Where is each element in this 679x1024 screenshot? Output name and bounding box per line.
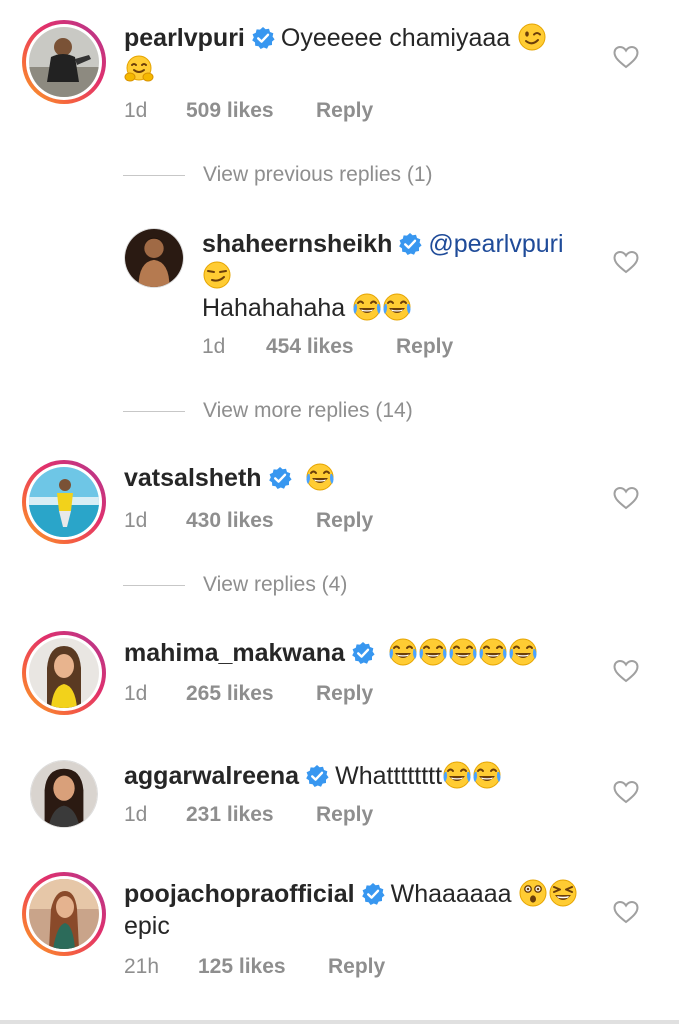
avatar-image bbox=[29, 638, 99, 708]
comment-age: 1d bbox=[202, 335, 226, 358]
comment-meta: 1d 509 likes Reply bbox=[124, 99, 373, 123]
tears-of-joy-emoji bbox=[442, 761, 472, 789]
tears-of-joy-emoji bbox=[418, 638, 448, 666]
verified-badge-icon bbox=[398, 232, 423, 256]
comment-body: mahima_makwana bbox=[124, 637, 594, 669]
comment-poojachopraofficial: poojachopraofficial Whaaaaaa epic 21h 125… bbox=[0, 868, 679, 1008]
thread-line bbox=[123, 174, 185, 176]
avatar-image bbox=[124, 228, 184, 288]
view-more-replies-label: View more replies (14) bbox=[203, 399, 413, 422]
comment-age: 1d bbox=[124, 99, 148, 122]
astonished-face-emoji bbox=[519, 879, 548, 907]
comment-meta: 1d 430 likes Reply bbox=[124, 509, 373, 533]
grinning-squinting-face-emoji bbox=[549, 879, 578, 907]
reply-button[interactable]: Reply bbox=[316, 509, 373, 533]
comment-age: 1d bbox=[124, 682, 148, 705]
heart-outline-icon[interactable] bbox=[613, 45, 639, 69]
thread-line bbox=[123, 410, 185, 412]
avatar[interactable] bbox=[30, 760, 98, 828]
tears-of-joy-emoji bbox=[382, 293, 412, 321]
comment-meta: 21h 125 likes Reply bbox=[124, 955, 385, 979]
verified-badge-icon bbox=[250, 26, 275, 50]
likes-count[interactable]: 265 likes bbox=[186, 682, 316, 706]
avatar[interactable] bbox=[22, 460, 106, 544]
bottom-divider bbox=[0, 1020, 679, 1024]
avatar-image bbox=[29, 27, 99, 97]
hugging-face-emoji bbox=[124, 55, 154, 82]
username[interactable]: mahima_makwana bbox=[124, 639, 345, 667]
likes-count[interactable]: 454 likes bbox=[266, 335, 396, 359]
comment-meta: 1d 231 likes Reply bbox=[124, 803, 373, 827]
tears-of-joy-emoji bbox=[448, 638, 478, 666]
tears-of-joy-emoji bbox=[305, 463, 335, 491]
smirking-face-emoji bbox=[203, 261, 231, 289]
comment-text: Whatttttttt bbox=[335, 762, 443, 790]
comment-body: pearlvpuri Oyeeeee chamiyaaa bbox=[124, 22, 564, 86]
comment-body: vatsalsheth bbox=[124, 462, 564, 494]
reply-button[interactable]: Reply bbox=[316, 682, 373, 706]
heart-outline-icon[interactable] bbox=[613, 486, 639, 510]
avatar[interactable] bbox=[22, 872, 106, 956]
view-previous-replies-label: View previous replies (1) bbox=[203, 163, 433, 186]
comment-pearlvpuri: pearlvpuri Oyeeeee chamiyaaa 1d 509 likes… bbox=[0, 0, 679, 140]
avatar-image bbox=[29, 879, 99, 949]
username[interactable]: aggarwalreena bbox=[124, 762, 299, 790]
verified-badge-icon bbox=[305, 764, 330, 788]
comment-vatsalsheth: vatsalsheth 1d 430 likes Reply bbox=[0, 450, 679, 560]
likes-count[interactable]: 231 likes bbox=[186, 803, 316, 827]
avatar-image bbox=[29, 467, 99, 537]
comment-body: shaheernsheikh @pearlvpuri Hahahahaha bbox=[202, 228, 582, 324]
avatar-image bbox=[30, 760, 98, 828]
avatar[interactable] bbox=[22, 631, 106, 715]
winking-face-emoji bbox=[518, 23, 547, 51]
tears-of-joy-emoji bbox=[352, 293, 382, 321]
comment-body: poojachopraofficial Whaaaaaa epic bbox=[124, 878, 594, 942]
reply-button[interactable]: Reply bbox=[316, 803, 373, 827]
mention-link[interactable]: @pearlvpuri bbox=[428, 230, 563, 258]
comment-age: 1d bbox=[124, 803, 148, 826]
reply-button[interactable]: Reply bbox=[396, 335, 453, 359]
comment-meta: 1d 454 likes Reply bbox=[202, 335, 453, 359]
comment-age: 21h bbox=[124, 955, 160, 978]
username[interactable]: poojachopraofficial bbox=[124, 880, 355, 908]
comment-text: Hahahahaha bbox=[202, 294, 346, 322]
view-replies-label: View replies (4) bbox=[203, 573, 348, 596]
tears-of-joy-emoji bbox=[508, 638, 538, 666]
comment-meta: 1d 265 likes Reply bbox=[124, 682, 373, 706]
tears-of-joy-emoji bbox=[388, 638, 418, 666]
tears-of-joy-emoji bbox=[472, 761, 502, 789]
comment-aggarwalreena: aggarwalreena Whatttttttt 1d 231 likes Re… bbox=[0, 750, 679, 850]
heart-outline-icon[interactable] bbox=[613, 780, 639, 804]
heart-outline-icon[interactable] bbox=[613, 900, 639, 924]
comment-text-line-2: epic bbox=[124, 912, 170, 940]
username[interactable]: pearlvpuri bbox=[124, 24, 245, 52]
verified-badge-icon bbox=[267, 466, 292, 490]
likes-count[interactable]: 509 likes bbox=[186, 99, 316, 123]
likes-count[interactable]: 430 likes bbox=[186, 509, 316, 533]
heart-outline-icon[interactable] bbox=[613, 250, 639, 274]
comment-body: aggarwalreena Whatttttttt bbox=[124, 760, 594, 792]
reply-button[interactable]: Reply bbox=[328, 955, 385, 979]
avatar[interactable] bbox=[22, 20, 106, 104]
reply-button[interactable]: Reply bbox=[316, 99, 373, 123]
comment-mahima_makwana: mahima_makwana 1d 265 likes Reply bbox=[0, 625, 679, 735]
likes-count[interactable]: 125 likes bbox=[198, 955, 328, 979]
tears-of-joy-emoji bbox=[478, 638, 508, 666]
avatar[interactable] bbox=[124, 228, 184, 288]
username[interactable]: shaheernsheikh bbox=[202, 230, 392, 258]
view-replies[interactable]: View replies (4) bbox=[123, 573, 347, 597]
heart-outline-icon[interactable] bbox=[613, 659, 639, 683]
comment-text: Whaaaaaa bbox=[390, 880, 512, 908]
comment-text: Oyeeeee chamiyaaa bbox=[280, 24, 511, 52]
comment-age: 1d bbox=[124, 509, 148, 532]
reply-shaheernsheikh: shaheernsheikh @pearlvpuri Hahahahaha 1d … bbox=[0, 220, 679, 370]
verified-badge-icon bbox=[360, 882, 385, 906]
username[interactable]: vatsalsheth bbox=[124, 464, 262, 492]
view-previous-replies[interactable]: View previous replies (1) bbox=[123, 163, 433, 187]
view-more-replies[interactable]: View more replies (14) bbox=[123, 399, 413, 423]
verified-badge-icon bbox=[350, 641, 375, 665]
thread-line bbox=[123, 584, 185, 586]
